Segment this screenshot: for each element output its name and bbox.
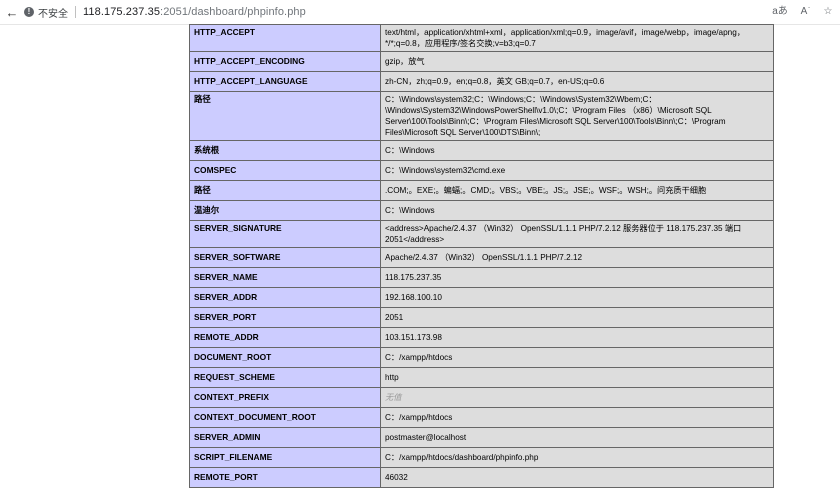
- table-row: SERVER_NAME 118.175.237.35: [189, 267, 774, 288]
- row-key: SERVER_SOFTWARE: [189, 247, 381, 268]
- row-value: 2051: [380, 307, 774, 328]
- table-row: COMSPEC C：\Windows\system32\cmd.exe: [189, 160, 774, 181]
- table-row: DOCUMENT_ROOT C：/xampp/htdocs: [189, 347, 774, 368]
- no-value-text: 无值: [385, 393, 402, 402]
- row-key: COMSPEC: [189, 160, 381, 181]
- row-key: 路径: [189, 91, 381, 141]
- browser-address-bar: ← ! 不安全 118.175.237.35:2051/dashboard/ph…: [0, 0, 840, 25]
- translate-icon[interactable]: aあ: [772, 4, 788, 20]
- row-key: REQUEST_SCHEME: [189, 367, 381, 388]
- row-key: SERVER_ADMIN: [189, 427, 381, 448]
- insecure-label[interactable]: 不安全: [38, 5, 68, 20]
- favorites-icon[interactable]: ☆: [820, 4, 836, 20]
- row-value: text/html，application/xhtml+xml，applicat…: [380, 24, 774, 52]
- row-key: REMOTE_PORT: [189, 467, 381, 488]
- row-key: DOCUMENT_ROOT: [189, 347, 381, 368]
- table-row: 温迪尔 C：\Windows: [189, 200, 774, 221]
- table-row: HTTP_ACCEPT text/html，application/xhtml+x…: [189, 24, 774, 52]
- table-row: CONTEXT_DOCUMENT_ROOT C：/xampp/htdocs: [189, 407, 774, 428]
- table-row: HTTP_ACCEPT_LANGUAGE zh-CN，zh;q=0.9，en;q=…: [189, 71, 774, 92]
- row-value: Apache/2.4.37 （Win32） OpenSSL/1.1.1 PHP/…: [380, 247, 774, 268]
- row-value: C：\Windows: [380, 140, 774, 161]
- table-row: SCRIPT_FILENAME C：/xampp/htdocs/dashboard…: [189, 447, 774, 468]
- row-value: 192.168.100.10: [380, 287, 774, 308]
- row-value: zh-CN，zh;q=0.9，en;q=0.8，英文 GB;q=0.7，en-U…: [380, 71, 774, 92]
- table-row: 路径 C：\Windows\system32;C：\Windows;C：\Wind…: [189, 91, 774, 141]
- row-key: SERVER_ADDR: [189, 287, 381, 308]
- row-value: C：/xampp/htdocs: [380, 407, 774, 428]
- row-value: C：/xampp/htdocs/dashboard/phpinfo.php: [380, 447, 774, 468]
- row-value: .COM;。EXE;。蝙蝠;。CMD;。VBS;。VBE;。JS;。JSE;。W…: [380, 180, 774, 201]
- row-key: HTTP_ACCEPT_LANGUAGE: [189, 71, 381, 92]
- row-key: SERVER_NAME: [189, 267, 381, 288]
- row-value: C：\Windows: [380, 200, 774, 221]
- row-value: postmaster@localhost: [380, 427, 774, 448]
- url-field[interactable]: 118.175.237.35:2051/dashboard/phpinfo.ph…: [83, 6, 306, 18]
- table-row: REMOTE_ADDR 103.151.173.98: [189, 327, 774, 348]
- table-row: SERVER_PORT 2051: [189, 307, 774, 328]
- row-key: SERVER_PORT: [189, 307, 381, 328]
- row-key: 路径: [189, 180, 381, 201]
- row-key: HTTP_ACCEPT: [189, 24, 381, 52]
- table-row: SERVER_ADMIN postmaster@localhost: [189, 427, 774, 448]
- url-host: 118.175.237.35: [83, 6, 161, 18]
- back-icon[interactable]: ←: [2, 5, 22, 20]
- row-key: 系统根: [189, 140, 381, 161]
- table-row: REMOTE_PORT 46032: [189, 467, 774, 488]
- warning-icon[interactable]: !: [24, 7, 34, 17]
- read-aloud-icon[interactable]: A͘: [796, 4, 812, 20]
- table-row: HTTP_ACCEPT_ENCODING gzip，放气: [189, 51, 774, 72]
- table-row: SERVER_SIGNATURE <address>Apache/2.4.37 （…: [189, 220, 774, 248]
- row-key: SCRIPT_FILENAME: [189, 447, 381, 468]
- row-value: <address>Apache/2.4.37 （Win32） OpenSSL/1…: [380, 220, 774, 248]
- row-key: CONTEXT_PREFIX: [189, 387, 381, 408]
- row-value: C：\Windows\system32;C：\Windows;C：\Window…: [380, 91, 774, 141]
- row-value: gzip，放气: [380, 51, 774, 72]
- table-row: REQUEST_SCHEME http: [189, 367, 774, 388]
- table-row: 路径 .COM;。EXE;。蝙蝠;。CMD;。VBS;。VBE;。JS;。JSE;…: [189, 180, 774, 201]
- row-value: http: [380, 367, 774, 388]
- table-row: 系统根 C：\Windows: [189, 140, 774, 161]
- toolbar-icons: aあ A͘ ☆: [772, 4, 836, 20]
- separator: [75, 6, 76, 18]
- row-value: 46032: [380, 467, 774, 488]
- row-key: CONTEXT_DOCUMENT_ROOT: [189, 407, 381, 428]
- row-value: C：\Windows\system32\cmd.exe: [380, 160, 774, 181]
- row-key: 温迪尔: [189, 200, 381, 221]
- table-row: CONTEXT_PREFIX 无值: [189, 387, 774, 408]
- environment-table: HTTP_ACCEPT text/html，application/xhtml+x…: [189, 24, 774, 488]
- url-path: :2051/dashboard/phpinfo.php: [160, 6, 306, 18]
- phpinfo-table-container: HTTP_ACCEPT text/html，application/xhtml+x…: [189, 24, 774, 488]
- row-key: REMOTE_ADDR: [189, 327, 381, 348]
- table-row: SERVER_ADDR 192.168.100.10: [189, 287, 774, 308]
- table-row: SERVER_SOFTWARE Apache/2.4.37 （Win32） Ope…: [189, 247, 774, 268]
- row-value: 103.151.173.98: [380, 327, 774, 348]
- row-key: HTTP_ACCEPT_ENCODING: [189, 51, 381, 72]
- row-value: C：/xampp/htdocs: [380, 347, 774, 368]
- row-key: SERVER_SIGNATURE: [189, 220, 381, 248]
- row-value: 118.175.237.35: [380, 267, 774, 288]
